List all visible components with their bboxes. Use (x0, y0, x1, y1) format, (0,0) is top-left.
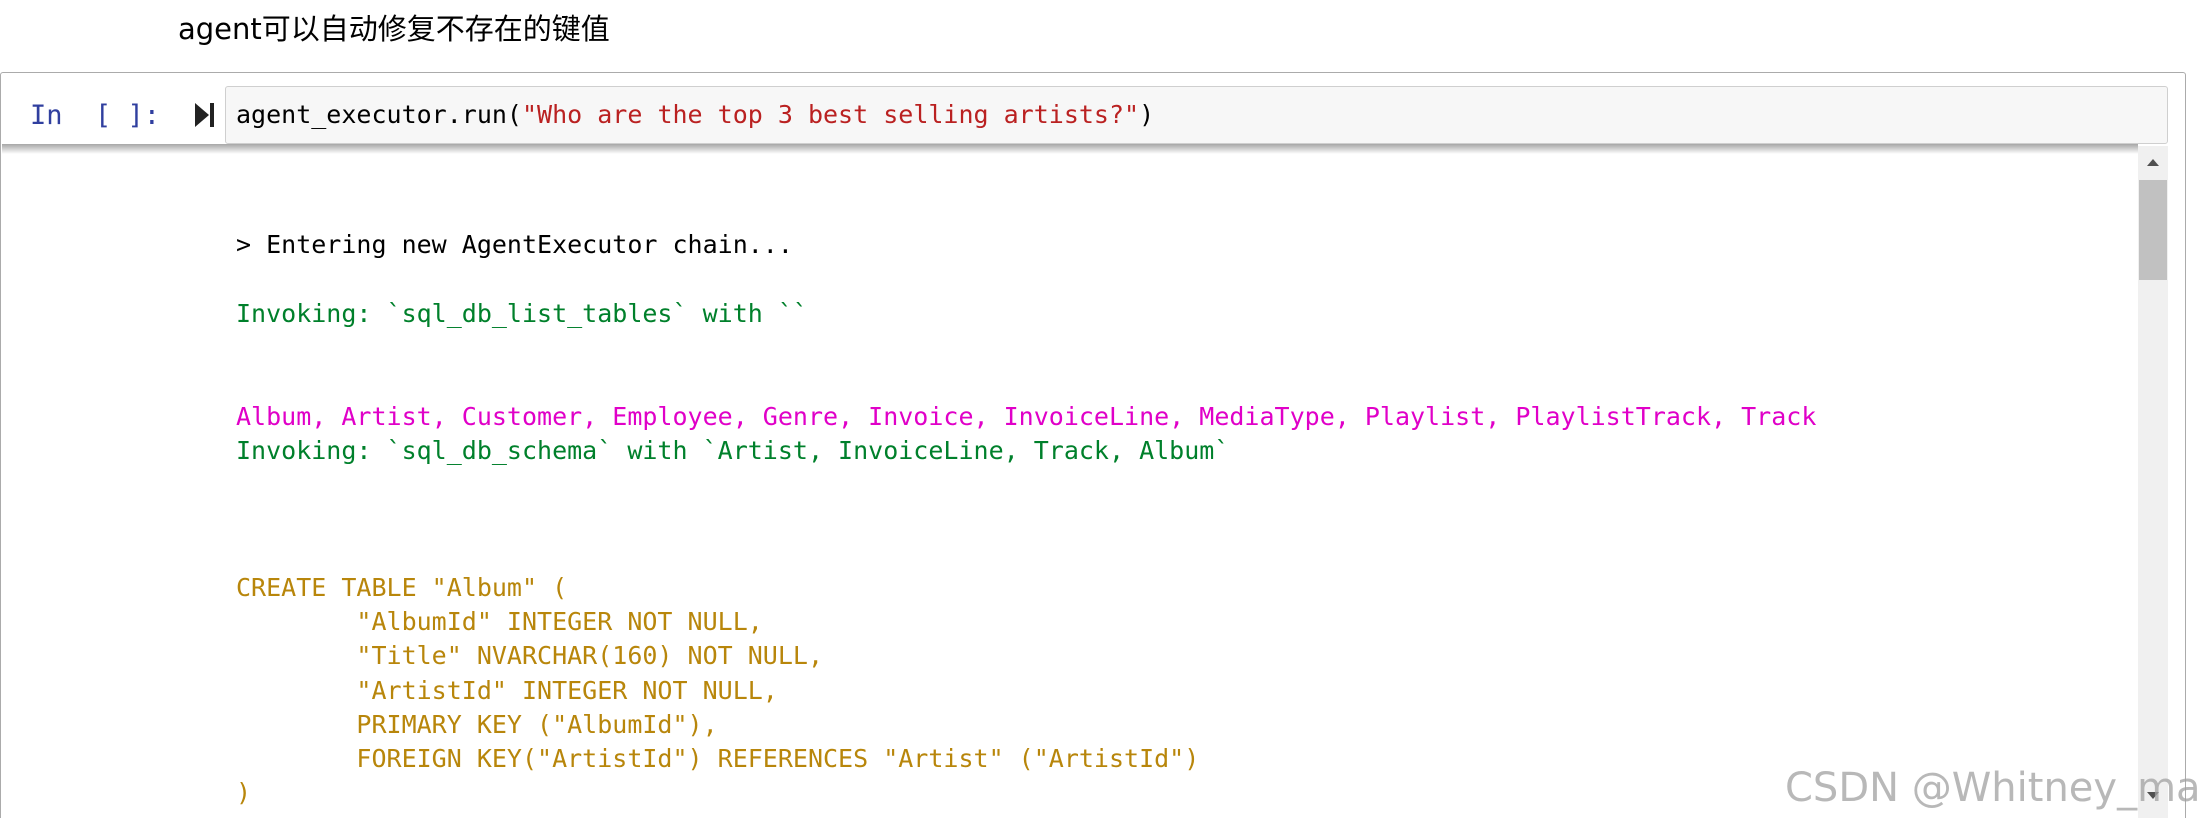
output-line: "ArtistId" INTEGER NOT NULL, (236, 676, 778, 705)
scrollbar-thumb[interactable] (2139, 180, 2167, 280)
input-prompt: In [ ]: (30, 100, 161, 131)
page-bottom-edge (0, 818, 2197, 829)
output-area: > Entering new AgentExecutor chain... In… (2, 146, 2138, 818)
code-line: agent_executor.run("Who are the top 3 be… (236, 100, 1154, 129)
output-line: Invoking: `sql_db_list_tables` with `` (236, 299, 808, 328)
output-line: Invoking: `sql_db_schema` with `Artist, … (236, 436, 1230, 465)
output-separator-shadow (2, 144, 2138, 154)
output-line: ) (236, 778, 252, 807)
run-cell-icon[interactable] (193, 101, 217, 129)
output-line: > Entering new AgentExecutor chain... (236, 230, 793, 259)
output-line: CREATE TABLE "Album" ( (236, 573, 568, 602)
scroll-up-arrow-icon[interactable] (2138, 152, 2168, 172)
code-editor[interactable]: agent_executor.run("Who are the top 3 be… (225, 86, 2168, 144)
code-close-paren: ) (1139, 100, 1155, 129)
markdown-cell-text: agent可以自动修复不存在的键值 (178, 12, 610, 46)
code-function-call: agent_executor.run( (236, 100, 522, 129)
output-line: "AlbumId" INTEGER NOT NULL, (236, 607, 763, 636)
output-line: PRIMARY KEY ("AlbumId"), (236, 710, 718, 739)
output-line: FOREIGN KEY("ArtistId") REFERENCES "Arti… (236, 744, 1200, 773)
code-string-literal: "Who are the top 3 best selling artists?… (521, 100, 1140, 129)
output-line: "Title" NVARCHAR(160) NOT NULL, (236, 641, 823, 670)
watermark: CSDN @Whitney_mao (1785, 765, 2197, 811)
output-line: Album, Artist, Customer, Employee, Genre… (236, 402, 1817, 431)
output-scrollbar[interactable] (2138, 146, 2168, 818)
